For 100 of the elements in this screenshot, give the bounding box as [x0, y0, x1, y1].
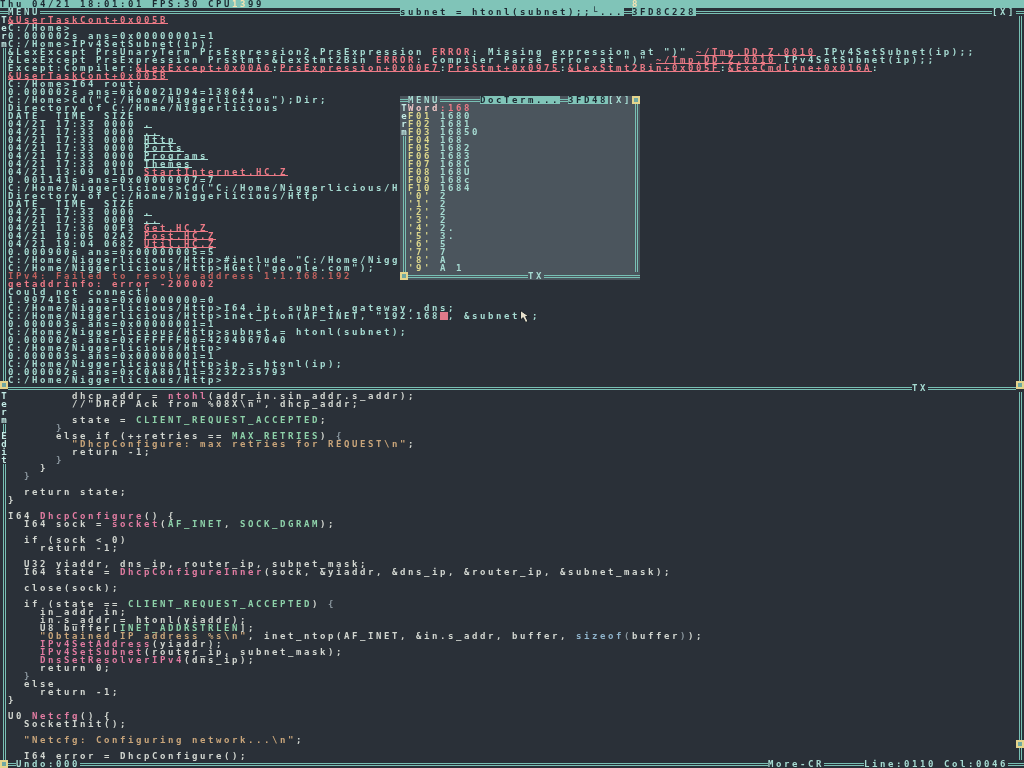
code-line: U32 yiaddr, dns_ip, router_ip, subnet_mask;: [24, 560, 368, 568]
error-text: ERROR: [431, 48, 472, 56]
code-line: U0 Netcfg() {: [8, 712, 112, 720]
folder-link[interactable]: ..: [144, 216, 160, 224]
task-id: 3FD48: [568, 96, 608, 104]
entry-value: 7: [440, 248, 448, 256]
hyperlink[interactable]: Util.HC.Z: [144, 240, 216, 248]
close-button[interactable]: [X]: [608, 96, 632, 104]
vertical-label: Edit: [0, 432, 8, 464]
entry-key: F01: [408, 112, 432, 120]
hyperlink[interactable]: ~/Tmp.DD.Z.0010: [655, 56, 776, 64]
mouse-pointer-icon: [519, 310, 532, 323]
code-line: "Obtained IP address %s\n", inet_ntop(AF_INET, &in.s_addr, buffer, sizeof(buffer));: [40, 632, 704, 640]
folder-link[interactable]: ..: [144, 128, 160, 136]
entry-value: 168C: [440, 160, 472, 168]
entry-key: '5': [408, 232, 432, 240]
entry-value: 2: [440, 216, 448, 224]
terminal-line: C:/Home>IPv4SetSubnet(ip);: [8, 40, 216, 48]
terminal-text: 04/21 17:33 0000: [8, 120, 136, 128]
resize-handle-icon[interactable]: [400, 272, 408, 280]
terminal-text: ;: [531, 312, 540, 320]
entry-value: 2: [440, 192, 448, 200]
code-line: in_addr in;: [40, 608, 128, 616]
hyperlink[interactable]: Post.HC.Z: [144, 232, 216, 240]
code-line: }: [24, 472, 32, 480]
folder-link[interactable]: Themes: [144, 160, 192, 168]
entry-value: 1683: [440, 152, 472, 160]
code-line: I64 sock = socket(AF_INET, SOCK_DGRAM);: [24, 520, 336, 528]
terminal-text: Except:Compiler:: [8, 64, 136, 72]
terminal-line: C:/Home/Niggerlicious/Http>HGet("google.com");: [8, 264, 376, 272]
terminal-text: :: [559, 64, 568, 72]
entry-value: 2: [440, 200, 448, 208]
entry-key: F03: [408, 128, 432, 136]
hyperlink[interactable]: Get.HC.Z: [144, 224, 208, 232]
folder-link[interactable]: .: [144, 120, 152, 128]
terminal-text: 04/21 19:05 02A2: [8, 232, 136, 240]
code-line: SocketInit();: [24, 720, 128, 728]
terminal-line: 0.000002s ans=0x00021D94=138644: [8, 88, 256, 96]
terminal-text: :: [719, 64, 728, 72]
terminal-line: 0.000003s ans=0x00000001=1: [8, 352, 216, 360]
entry-value: 1680: [440, 112, 472, 120]
terminal-line: C:/Home>I64 rout;: [8, 80, 144, 88]
folder-link[interactable]: Http: [144, 136, 176, 144]
code-line: dhcp_addr = ntohl(addr_in.sin_addr.s_addr);: [72, 392, 416, 400]
hyperlink[interactable]: &UserTaskCont+0x005B: [8, 16, 168, 24]
code-line: return -1;: [40, 688, 120, 696]
entry-key: '4': [408, 224, 432, 232]
terminal-text: 04/21 19:04 0682: [8, 240, 136, 248]
hyperlink[interactable]: PrsStmt+0x0975: [447, 64, 560, 72]
vertical-label: Term: [0, 392, 8, 424]
terminal-line: C:/Home/Niggerlicious>Cd("C:/Home/Niggerlicious/H: [8, 184, 400, 192]
terminal-line: 0.000003s ans=0x00000001=1: [8, 320, 216, 328]
hyperlink[interactable]: StartInternet.HC.Z: [144, 168, 288, 176]
terminal-text: IPv4SetSubnet(ip);;: [783, 56, 936, 64]
terminal-line: Could not connect!: [8, 288, 152, 296]
code-line: else if (++retries == MAX_RETRIES) {: [56, 432, 344, 440]
hyperlink[interactable]: &UserTaskCont+0x005B: [8, 72, 168, 80]
terminal-line: 0.000002s ans=0xFFFFFF00=4294967040: [8, 336, 288, 344]
code-line: }: [40, 464, 48, 472]
resize-handle-icon[interactable]: [1016, 381, 1024, 389]
terminal-text: , &subnet: [447, 312, 520, 320]
code-line: state = CLIENT_REQUEST_ACCEPTED;: [72, 416, 328, 424]
terminal-line: 0.001141s ans=0x00000007=7: [8, 176, 216, 184]
undo-counter: Undo:000: [16, 760, 80, 768]
close-button[interactable]: [X]: [992, 8, 1016, 16]
hyperlink[interactable]: &LexStmt2Bin+0x005F: [567, 64, 720, 72]
entry-value: 168c: [440, 176, 472, 184]
code-line: return 0;: [40, 664, 112, 672]
window-title: subnet = htonl(subnet);;└...: [400, 8, 624, 16]
cpu-label: CPU: [208, 0, 232, 8]
hyperlink[interactable]: ~/Tmp.DD.Z.0010: [695, 48, 816, 56]
cpu-load-text: 99: [248, 0, 264, 8]
menu-button[interactable]: MENU: [8, 8, 40, 16]
resize-handle-icon[interactable]: [0, 760, 8, 768]
folder-link[interactable]: Programs: [144, 152, 208, 160]
resize-handle-icon[interactable]: [1016, 740, 1024, 748]
code-line: if (state == CLIENT_REQUEST_ACCEPTED) {: [24, 600, 336, 608]
folder-link[interactable]: .: [144, 208, 152, 216]
terminal-line: 0.000002s ans=0xC0A80111=3232235793: [8, 368, 288, 376]
code-line: close(sock);: [24, 584, 120, 592]
terminal-line: Directory of C:/Home/Niggerlicious: [8, 104, 280, 112]
folder-link[interactable]: Ports: [144, 144, 184, 152]
hyperlink[interactable]: PrsExpression+0x00E7: [279, 64, 440, 72]
hyperlink[interactable]: &LexExcept+0x00A6: [136, 64, 272, 72]
terminal-text: 04/21 17:33 0000: [8, 152, 136, 160]
code-line: return -1;: [40, 544, 120, 552]
resize-handle-icon[interactable]: [0, 381, 8, 389]
entry-value: 2.: [440, 224, 456, 232]
entry-key: F07: [408, 160, 432, 168]
terminal-line: 0.000002s ans=0x00000001=1: [8, 32, 216, 40]
text-cursor-icon: [439, 312, 448, 320]
terminal-text: 04/21 17:33 0000: [8, 208, 136, 216]
code-line: U8 buffer[INET_ADDRSTRLEN];: [40, 624, 256, 632]
terminal-line: DATE_ TIME_ SIZE: [8, 200, 136, 208]
entry-value: 1684: [440, 184, 472, 192]
hyperlink[interactable]: &ExeCmdLine+0x016A: [727, 64, 872, 72]
terminal-line: C:/Home/Niggerlicious/Http>subnet = htonl(subnet);: [8, 328, 408, 336]
resize-handle-icon[interactable]: [632, 96, 640, 104]
terminal-text: 04/21 17:33 0000: [8, 216, 136, 224]
menu-button[interactable]: MENU: [408, 96, 440, 104]
